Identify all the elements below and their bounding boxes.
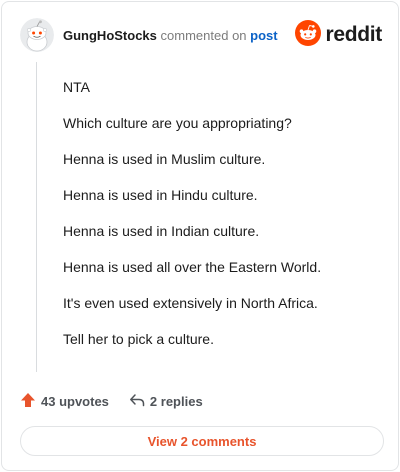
author-name[interactable]: GungHoStocks <box>63 28 157 43</box>
comment-paragraph: Henna is used in Hindu culture. <box>63 187 258 203</box>
post-link[interactable]: post <box>250 28 277 43</box>
upvote-button[interactable]: 43 upvotes <box>20 392 109 411</box>
reply-count: 2 replies <box>149 393 203 409</box>
upvote-arrow-icon <box>20 392 41 411</box>
comment-paragraph: It's even used extensively in North Afri… <box>63 295 318 311</box>
view-comments-button[interactable]: View 2 comments <box>20 426 384 456</box>
reddit-brand[interactable]: reddit <box>295 19 382 51</box>
comment-actions: 43 upvotes 2 replies <box>20 392 203 410</box>
comment-paragraph: Henna is used in Muslim culture. <box>63 151 266 167</box>
comment-paragraph: Which culture are you appropriating? <box>63 115 292 131</box>
comment-meta: GungHoStocks commented on post <box>63 28 278 43</box>
comment-paragraph: NTA <box>63 79 90 95</box>
thread-line[interactable] <box>36 62 37 372</box>
user-avatar-icon[interactable] <box>20 18 54 52</box>
comment-body: NTA Which culture are you appropriating?… <box>63 78 378 366</box>
upvote-count: 43 upvotes <box>41 393 109 409</box>
replies-button[interactable]: 2 replies <box>129 392 203 411</box>
comment-paragraph: Henna is used in Indian culture. <box>63 223 260 239</box>
reddit-wordmark: reddit <box>325 23 382 46</box>
comment-card: GungHoStocks commented on post reddit NT… <box>1 1 399 471</box>
comment-paragraph: Tell her to pick a culture. <box>63 331 214 347</box>
comment-paragraph: Henna is used all over the Eastern World… <box>63 259 322 275</box>
reply-arrow-icon <box>129 392 150 411</box>
reddit-logo-icon <box>295 19 322 51</box>
comment-header: GungHoStocks commented on post reddit <box>20 16 382 56</box>
meta-verb: commented on <box>160 28 247 43</box>
